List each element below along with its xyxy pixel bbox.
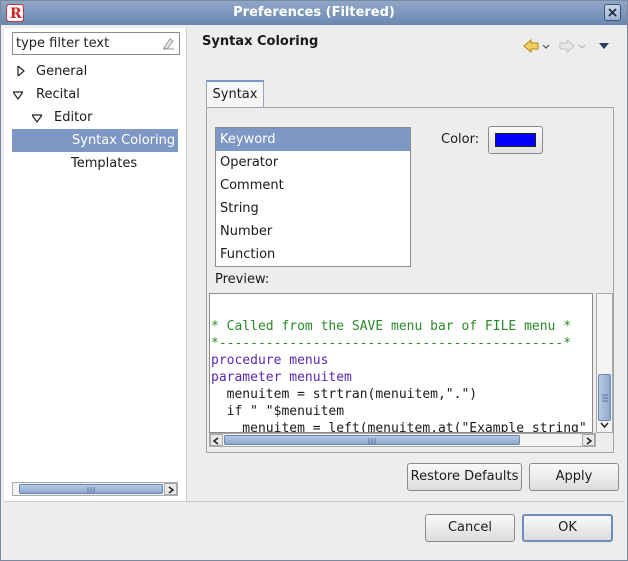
preference-tree-pane: type filter text General Recital Editor … <box>4 28 187 501</box>
restore-defaults-button[interactable]: Restore Defaults <box>407 463 522 491</box>
list-item-comment[interactable]: Comment <box>216 174 410 197</box>
code-line: menuitem = left(menuitem,at("Example str… <box>211 421 587 433</box>
scrollbar-thumb[interactable] <box>224 435 520 445</box>
list-item-string[interactable]: String <box>216 197 410 220</box>
tree-item-templates[interactable]: Templates <box>4 152 184 175</box>
arrow-right-icon <box>168 486 175 494</box>
scroll-right-button[interactable] <box>582 434 595 446</box>
tree-horizontal-scrollbar[interactable] <box>12 482 178 496</box>
preferences-window: R Preferences (Filtered) type filter tex… <box>0 0 628 561</box>
preview-code: * Called from the SAVE menu bar of FILE … <box>211 301 587 433</box>
tree-item-label: General <box>36 64 88 79</box>
code-line: * Called from the SAVE menu bar of FILE … <box>211 319 572 334</box>
tree-item-label: Syntax Coloring <box>72 133 176 148</box>
app-logo-icon: R <box>6 4 24 22</box>
apply-button[interactable]: Apply <box>529 463 619 491</box>
view-menu-icon[interactable] <box>598 42 610 50</box>
clear-filter-icon[interactable] <box>162 37 175 50</box>
scroll-left-button[interactable] <box>210 434 223 446</box>
arrow-right-icon <box>586 437 593 445</box>
code-line: procedure menus <box>211 353 329 368</box>
page-title: Syntax Coloring <box>202 34 319 49</box>
list-item-keyword[interactable]: Keyword <box>216 128 410 151</box>
grip-icon <box>87 487 95 493</box>
preview-horizontal-scrollbar[interactable] <box>209 433 596 447</box>
tree-item-general[interactable]: General <box>4 60 184 83</box>
tree-item-editor[interactable]: Editor <box>4 106 184 129</box>
forward-arrow-icon[interactable] <box>559 38 587 54</box>
arrow-left-icon <box>212 437 219 445</box>
ok-button[interactable]: OK <box>522 514 613 542</box>
grip-icon <box>368 438 376 444</box>
preview-vertical-scrollbar[interactable] <box>596 293 613 433</box>
title-bar[interactable]: R Preferences (Filtered) <box>1 1 627 25</box>
back-arrow-icon[interactable] <box>523 38 551 54</box>
tree-item-recital[interactable]: Recital <box>4 83 184 106</box>
code-line: parameter menuitem <box>211 370 352 385</box>
color-label: Color: <box>441 132 480 147</box>
tree-item-label: Editor <box>54 110 93 125</box>
preview-editor[interactable]: * Called from the SAVE menu bar of FILE … <box>209 293 593 433</box>
collapse-arrow-icon[interactable] <box>13 91 23 101</box>
syntax-element-list[interactable]: Keyword Operator Comment String Number F… <box>215 127 411 267</box>
close-icon <box>608 8 617 17</box>
cancel-button[interactable]: Cancel <box>425 514 515 542</box>
svg-text:R: R <box>10 6 22 22</box>
filter-input[interactable]: type filter text <box>12 32 180 55</box>
tree-item-syntax-coloring[interactable]: Syntax Coloring <box>12 129 178 152</box>
preview-label: Preview: <box>215 272 270 287</box>
tree-item-label: Templates <box>71 156 138 171</box>
expand-arrow-icon[interactable] <box>16 66 26 76</box>
filter-text: type filter text <box>16 36 110 51</box>
code-line: if " "$menuitem <box>211 404 345 419</box>
separator <box>4 501 624 502</box>
color-swatch <box>495 133 536 147</box>
code-line: menuitem = strtran(menuitem,".") <box>211 387 478 402</box>
tree-item-label: Recital <box>36 87 80 102</box>
close-button[interactable] <box>604 4 621 21</box>
list-item-function[interactable]: Function <box>216 243 410 266</box>
grip-icon <box>602 394 608 402</box>
list-item-operator[interactable]: Operator <box>216 151 410 174</box>
arrow-down-icon[interactable] <box>598 419 611 431</box>
code-line: *---------------------------------------… <box>211 336 572 351</box>
color-picker-button[interactable] <box>488 126 543 154</box>
scrollbar-thumb[interactable] <box>598 374 611 421</box>
collapse-arrow-icon[interactable] <box>32 114 42 124</box>
tab-syntax[interactable]: Syntax <box>206 80 264 108</box>
list-item-number[interactable]: Number <box>216 220 410 243</box>
scrollbar-thumb[interactable] <box>19 484 163 494</box>
scroll-right-button[interactable] <box>164 483 177 495</box>
window-title: Preferences (Filtered) <box>233 5 395 20</box>
